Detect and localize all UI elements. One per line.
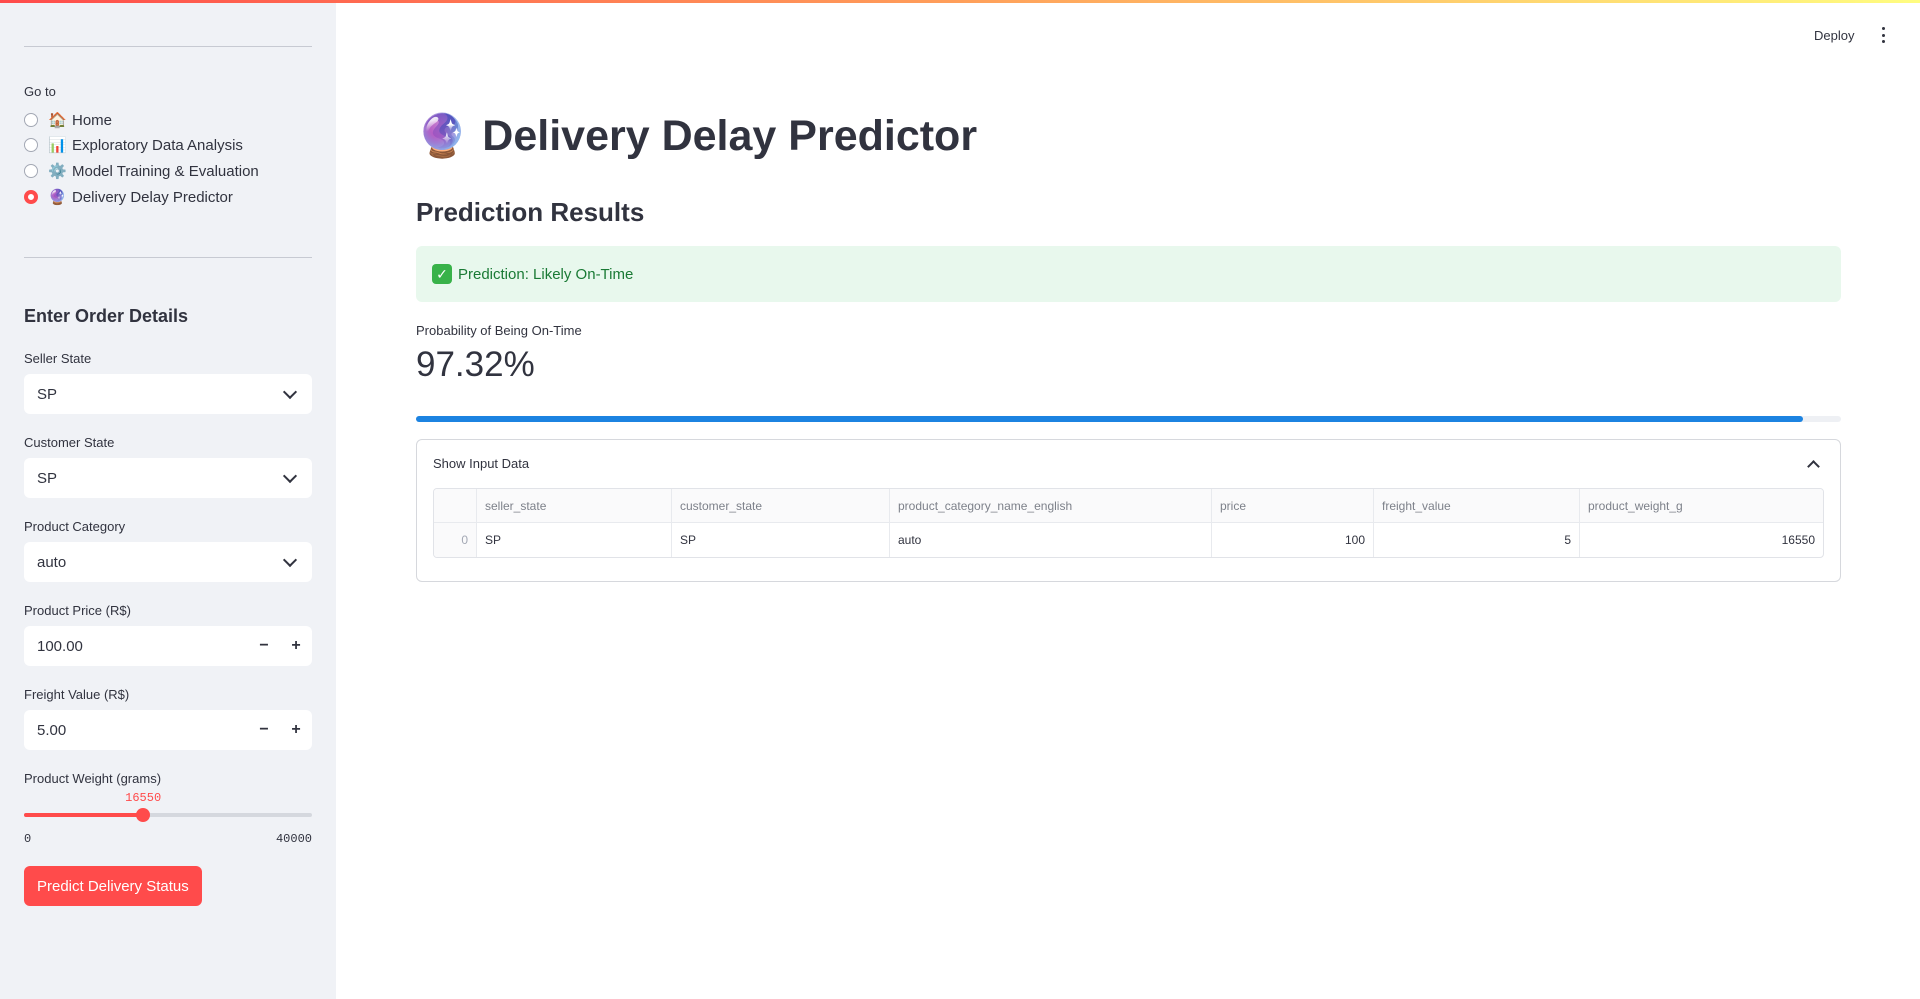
home-icon: 🏠 xyxy=(48,112,67,129)
table-header-row: seller_state customer_state product_cate… xyxy=(434,489,1823,523)
freight-value-input[interactable] xyxy=(24,710,248,750)
customer-state-value: SP xyxy=(37,469,58,487)
table-cell[interactable]: 16550 xyxy=(1580,523,1823,557)
success-text: Prediction: Likely On-Time xyxy=(458,265,634,283)
radio-circle[interactable] xyxy=(24,164,38,178)
nav-radio-predictor[interactable]: 🔮 Delivery Delay Predictor xyxy=(24,186,233,208)
form-title: Enter Order Details xyxy=(24,306,189,326)
slider-fill xyxy=(24,813,144,817)
nav-radio-eda[interactable]: 📊 Exploratory Data Analysis xyxy=(24,134,243,156)
success-alert: ✓ Prediction: Likely On-Time xyxy=(416,246,1841,302)
expander-header[interactable]: Show Input Data xyxy=(433,456,529,471)
sidebar: Go to 🏠 Home 📊 Exploratory Data Analysis… xyxy=(0,0,336,999)
decrement-button[interactable]: − xyxy=(248,626,280,666)
nav-radio-home[interactable]: 🏠 Home xyxy=(24,109,112,131)
predict-button[interactable]: Predict Delivery Status xyxy=(24,866,202,906)
nav-item-label: Exploratory Data Analysis xyxy=(72,136,243,154)
product-price-input[interactable] xyxy=(24,626,248,666)
customer-state-label: Customer State xyxy=(24,435,115,450)
bar-chart-icon: 📊 xyxy=(48,137,67,154)
sidebar-divider xyxy=(24,257,312,258)
chevron-up-icon[interactable] xyxy=(1807,460,1820,473)
product-category-value: auto xyxy=(37,553,67,571)
chevron-down-icon xyxy=(282,384,298,400)
radio-circle-selected[interactable] xyxy=(24,190,38,204)
deploy-button[interactable]: Deploy xyxy=(1814,28,1854,43)
top-decoration-bar xyxy=(0,0,1920,3)
row-index[interactable]: 0 xyxy=(434,523,477,557)
sidebar-divider xyxy=(24,46,312,47)
product-category-label: Product Category xyxy=(24,519,126,534)
product-price-label: Product Price (R$) xyxy=(24,603,131,618)
decrement-button[interactable]: − xyxy=(248,710,280,750)
slider-max-label: 40000 xyxy=(275,832,312,846)
freight-value-stepper: − + xyxy=(24,710,312,750)
nav-label: Go to xyxy=(24,84,56,99)
table-row: 0 SP SP auto 100 5 16550 xyxy=(434,523,1823,557)
customer-state-select[interactable]: SP xyxy=(24,458,312,498)
table-cell[interactable]: SP xyxy=(672,523,890,557)
nav-radio-model-training[interactable]: ⚙️ Model Training & Evaluation xyxy=(24,160,259,182)
column-header[interactable]: product_category_name_english xyxy=(890,489,1212,523)
seller-state-value: SP xyxy=(37,385,58,403)
slider-handle[interactable] xyxy=(136,808,151,822)
more-options-icon[interactable] xyxy=(1880,27,1886,43)
column-header[interactable]: product_weight_g xyxy=(1580,489,1823,523)
increment-button[interactable]: + xyxy=(280,710,312,750)
product-weight-slider[interactable] xyxy=(24,808,312,822)
crystal-ball-icon: 🔮 xyxy=(48,189,67,206)
column-header[interactable]: seller_state xyxy=(477,489,672,523)
page-title: 🔮 Delivery Delay Predictor xyxy=(416,112,977,161)
table-cell[interactable]: auto xyxy=(890,523,1212,557)
progress-bar xyxy=(416,416,1841,422)
column-header[interactable]: customer_state xyxy=(672,489,890,523)
column-header-index[interactable] xyxy=(434,489,477,523)
table-cell[interactable]: 5 xyxy=(1374,523,1580,557)
column-header[interactable]: price xyxy=(1212,489,1374,523)
crystal-ball-icon: 🔮 xyxy=(416,112,469,159)
progress-fill xyxy=(416,416,1803,422)
slider-min-label: 0 xyxy=(24,832,32,846)
product-weight-label: Product Weight (grams) xyxy=(24,771,162,786)
freight-value-label: Freight Value (R$) xyxy=(24,687,130,702)
chevron-down-icon xyxy=(282,552,298,568)
input-data-table: seller_state customer_state product_cate… xyxy=(433,488,1824,558)
increment-button[interactable]: + xyxy=(280,626,312,666)
seller-state-select[interactable]: SP xyxy=(24,374,312,414)
gear-icon: ⚙️ xyxy=(48,163,67,180)
metric-label: Probability of Being On-Time xyxy=(416,323,582,338)
table-cell[interactable]: SP xyxy=(477,523,672,557)
section-title: Prediction Results xyxy=(416,197,645,227)
column-header[interactable]: freight_value xyxy=(1374,489,1580,523)
nav-item-label: Model Training & Evaluation xyxy=(72,162,259,180)
metric-value: 97.32% xyxy=(416,345,535,384)
product-price-stepper: − + xyxy=(24,626,312,666)
slider-current-value: 16550 xyxy=(125,791,162,805)
product-category-select[interactable]: auto xyxy=(24,542,312,582)
radio-circle[interactable] xyxy=(24,113,38,127)
check-icon: ✓ xyxy=(432,264,452,284)
page-title-text: Delivery Delay Predictor xyxy=(482,112,978,160)
seller-state-label: Seller State xyxy=(24,351,92,366)
nav-item-label: Home xyxy=(72,111,113,129)
nav-item-label: Delivery Delay Predictor xyxy=(72,188,233,206)
chevron-down-icon xyxy=(282,468,298,484)
table-cell[interactable]: 100 xyxy=(1212,523,1374,557)
input-data-expander: Show Input Data seller_state customer_st… xyxy=(416,439,1841,582)
radio-circle[interactable] xyxy=(24,138,38,152)
